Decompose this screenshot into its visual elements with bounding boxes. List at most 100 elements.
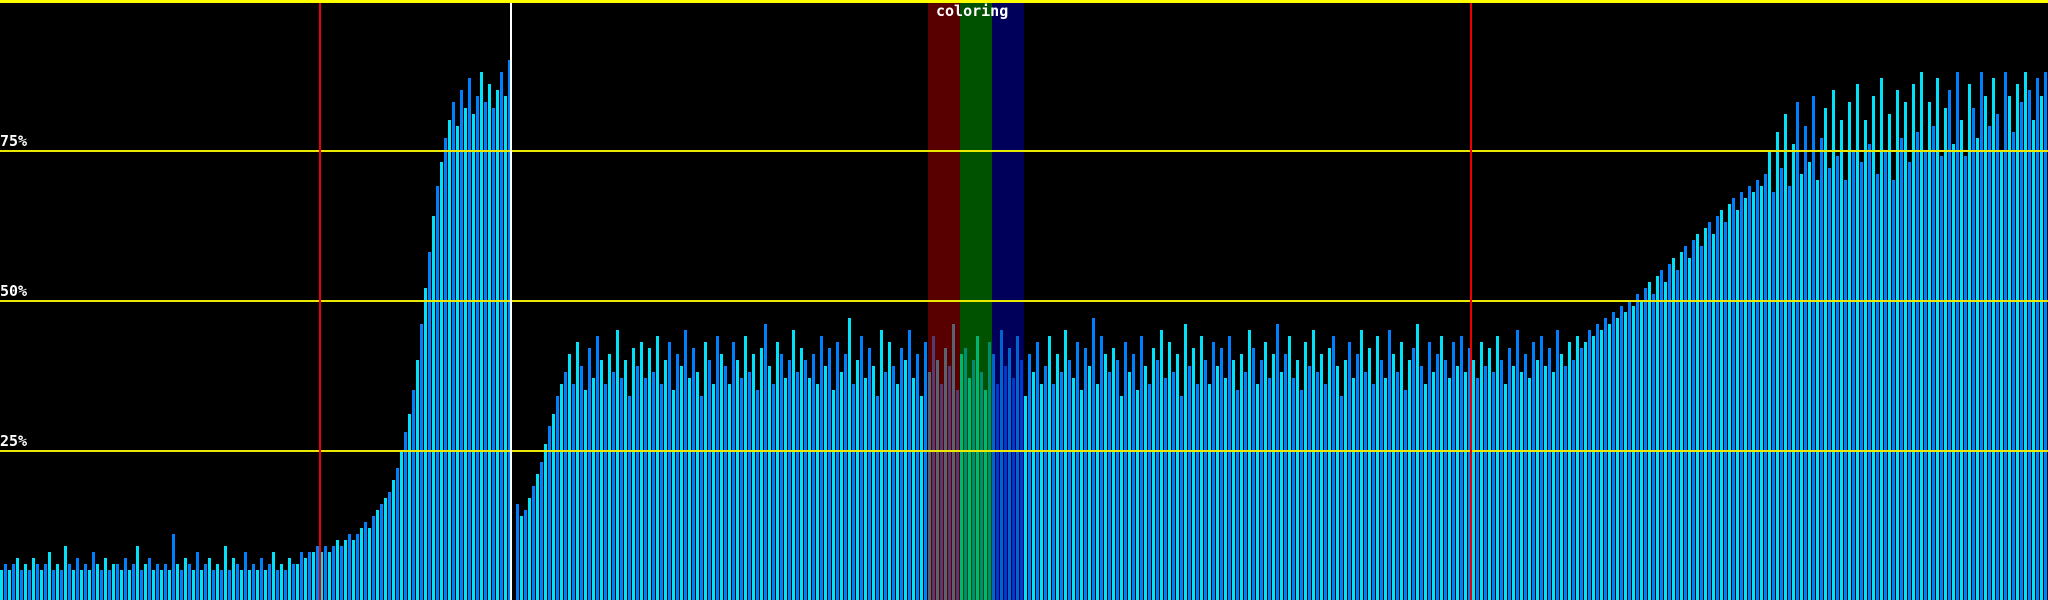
bar [1340,396,1343,600]
bar [268,564,271,600]
bar [1232,360,1235,600]
bar [880,330,883,600]
bar [440,162,443,600]
bar [2036,78,2039,600]
bar [1260,360,1263,600]
bar [760,348,763,600]
bar [28,570,31,600]
bar [80,570,83,600]
bar [1876,174,1879,600]
bar [900,348,903,600]
bar [572,384,575,600]
bar [1540,336,1543,600]
bar [812,354,815,600]
bar [1184,324,1187,600]
bar [424,288,427,600]
axis-label-25: 25% [0,432,28,450]
bar [224,546,227,600]
grid-line-50 [0,300,2048,302]
bar [1460,336,1463,600]
bar [740,378,743,600]
bar [1200,336,1203,600]
bar [188,564,191,600]
bar [1152,348,1155,600]
bar [852,384,855,600]
bar [2000,150,2003,600]
bar [1636,294,1639,600]
bar [1440,336,1443,600]
bar [372,516,375,600]
bar [660,384,663,600]
bar [832,390,835,600]
bar [748,372,751,600]
bar [776,342,779,600]
bar [1604,318,1607,600]
bar [336,540,339,600]
bar [1720,210,1723,600]
bar [1596,324,1599,600]
bar [208,558,211,600]
bar [1888,114,1891,600]
bar [56,564,59,600]
bar [412,390,415,600]
bar [792,330,795,600]
bar [1836,156,1839,600]
bar [476,96,479,600]
bar [244,552,247,600]
bar [1112,348,1115,600]
bar [1748,186,1751,600]
bar [1600,330,1603,600]
bar [1644,288,1647,600]
bar [112,564,115,600]
bar [1024,396,1027,600]
bar [1592,336,1595,600]
bar [1620,306,1623,600]
bar [464,108,467,600]
bar [228,570,231,600]
bar [1880,78,1883,600]
bar [808,378,811,600]
bar [1796,102,1799,600]
bar [212,570,215,600]
bar [1864,120,1867,600]
bar [404,432,407,600]
bar [1692,240,1695,600]
bar [1364,372,1367,600]
bar [1284,354,1287,600]
bar [1960,120,1963,600]
bar [668,342,671,600]
bar [260,558,263,600]
bar [1792,144,1795,600]
bar [1544,366,1547,600]
bar [708,360,711,600]
bar [1800,174,1803,600]
bar [620,378,623,600]
bar [1608,324,1611,600]
bar [504,96,507,600]
bar [560,384,563,600]
bar [592,378,595,600]
bar [1788,186,1791,600]
bar [140,570,143,600]
bar [1772,192,1775,600]
bar [376,510,379,600]
bar [536,474,539,600]
bar [1760,186,1763,600]
bar [1624,312,1627,600]
bar [1856,84,1859,600]
bar [1328,348,1331,600]
bar [868,348,871,600]
bar [1104,354,1107,600]
bar [1412,348,1415,600]
bar [220,570,223,600]
bar [276,570,279,600]
bar [1816,180,1819,600]
bar [844,354,847,600]
bar [1828,168,1831,600]
bar [1808,162,1811,600]
bar [456,126,459,600]
bar [1424,384,1427,600]
bar [1456,366,1459,600]
bar [236,564,239,600]
bar [1348,342,1351,600]
